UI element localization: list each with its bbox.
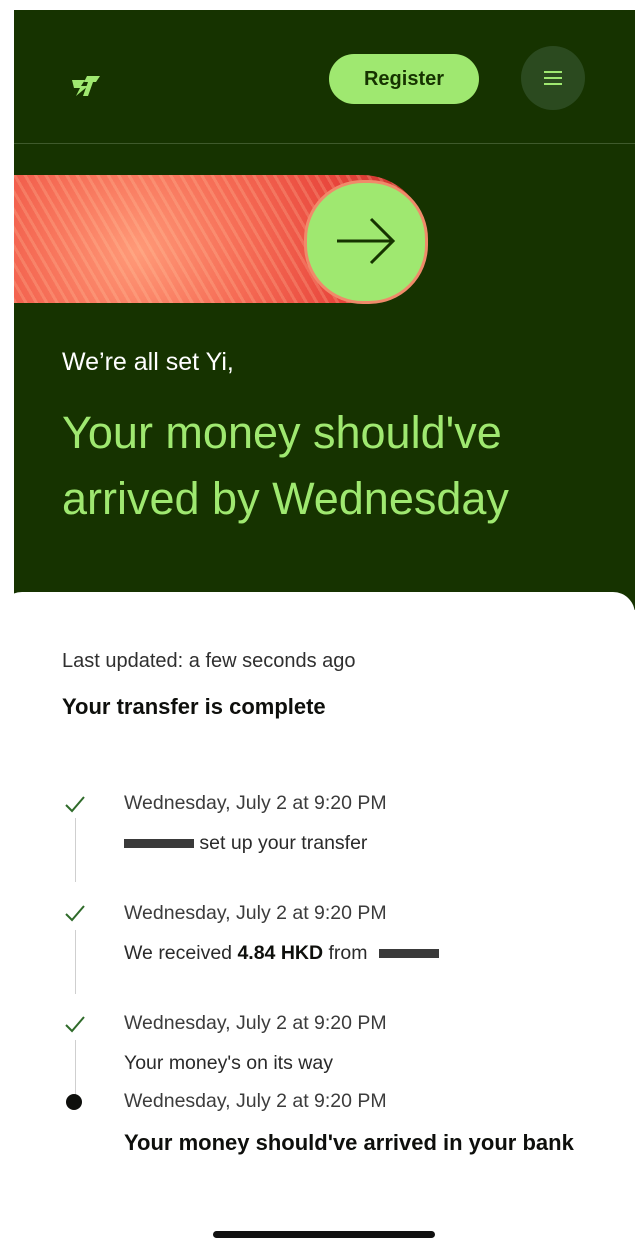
received-amount: 4.84 HKD (237, 942, 324, 964)
event-date: Wednesday, July 2 at 9:20 PM (124, 792, 387, 814)
event-description: set up your transfer (124, 832, 367, 855)
arrow-right-icon (337, 217, 396, 265)
redacted-sender (378, 949, 439, 959)
event-description: We received 4.84 HKD from (124, 942, 439, 965)
event-description: Your money's on its way (124, 1052, 333, 1074)
home-indicator[interactable] (213, 1231, 435, 1238)
wise-logo-icon (72, 76, 100, 96)
wise-logo[interactable] (66, 66, 106, 106)
greeting-text: We’re all set Yi, (62, 348, 234, 376)
hero-section: Register We’re all set Yi, Your money sh… (14, 10, 635, 610)
page-title: Your money should've arrived by Wednesda… (62, 407, 509, 524)
menu-button[interactable] (521, 46, 585, 110)
timeline-connector (75, 818, 76, 882)
event-date: Wednesday, July 2 at 9:20 PM (124, 1012, 387, 1034)
check-icon (65, 796, 85, 813)
redacted-name (124, 839, 194, 849)
header-divider (14, 143, 635, 144)
hamburger-icon (544, 71, 562, 85)
arrow-badge (304, 180, 428, 304)
check-icon (65, 1016, 85, 1033)
last-updated-text: Last updated: a few seconds ago (62, 650, 356, 672)
event-date: Wednesday, July 2 at 9:20 PM (124, 1090, 387, 1112)
event-date: Wednesday, July 2 at 9:20 PM (124, 902, 387, 924)
check-icon (65, 905, 85, 922)
register-button[interactable]: Register (329, 54, 479, 104)
transfer-status-title: Your transfer is complete (62, 694, 326, 719)
current-step-dot (66, 1094, 82, 1110)
top-navigation: Register (14, 10, 635, 143)
event-description: Your money should've arrived in your ban… (124, 1130, 574, 1155)
timeline-connector (75, 930, 76, 994)
